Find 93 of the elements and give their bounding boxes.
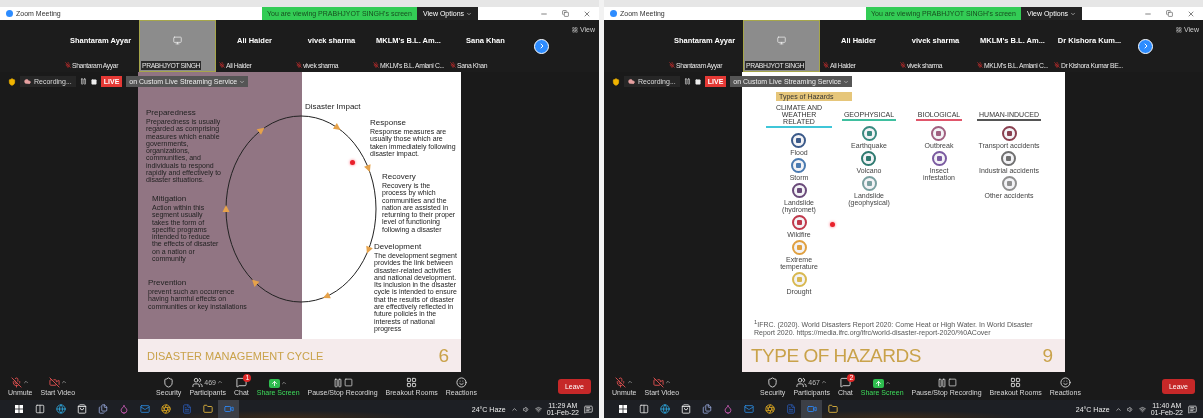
- wifi-icon[interactable]: [1138, 405, 1146, 413]
- microphone-off-icon: [615, 376, 627, 388]
- smiley-icon: [1059, 376, 1071, 388]
- caret-icon[interactable]: [23, 379, 30, 385]
- close-icon[interactable]: [583, 9, 591, 18]
- shield-icon: [163, 376, 175, 388]
- task-view-icon: [638, 404, 649, 414]
- caret-icon: [1070, 10, 1077, 17]
- aperture-icon: [160, 404, 171, 414]
- caret-icon: [466, 10, 473, 17]
- next-page-button[interactable]: [534, 38, 549, 54]
- slide-number: 9: [1042, 344, 1053, 367]
- windows-logo-icon: [618, 405, 627, 413]
- document-icon: [785, 404, 796, 414]
- zoom-logo-icon: [610, 10, 617, 17]
- windows-logo-icon: [14, 405, 23, 413]
- caret-icon: [843, 78, 850, 85]
- shield-icon: [8, 77, 16, 86]
- tray-chevron-icon[interactable]: [1114, 405, 1122, 413]
- pause-icon[interactable]: [79, 78, 87, 85]
- stage-heading: Recovery: [382, 172, 417, 181]
- screen-share-icon: [777, 35, 786, 45]
- cloud-icon: [24, 78, 31, 85]
- shield-icon: [612, 77, 620, 86]
- shield-icon: [767, 376, 779, 388]
- grid-icon: [1175, 26, 1182, 33]
- cloud-icon: [628, 78, 635, 85]
- shopping-bag-icon: [680, 404, 691, 414]
- caret-icon[interactable]: [60, 379, 67, 385]
- chat-bubble-icon: [839, 376, 851, 388]
- slide-title: TYPE OF HAZARDS: [751, 344, 921, 367]
- camera-off-icon: [48, 376, 60, 388]
- droplet-icon: [118, 404, 129, 414]
- caret-icon[interactable]: [217, 379, 223, 385]
- chat-bubble-icon: [235, 376, 247, 388]
- close-icon[interactable]: [1187, 9, 1195, 18]
- laser-pointer-dot: [830, 222, 835, 227]
- camera-off-icon: [652, 376, 664, 388]
- caret-icon: [239, 78, 246, 85]
- globe-icon: [659, 404, 670, 414]
- restore-icon[interactable]: [1166, 9, 1173, 17]
- slide-number: 6: [438, 344, 449, 367]
- globe-icon: [55, 404, 66, 414]
- stage-heading: Prevention: [148, 278, 188, 287]
- caret-icon[interactable]: [885, 380, 892, 386]
- stage-heading: Development: [374, 242, 423, 251]
- grid-icon: [1010, 376, 1022, 388]
- stage-heading: Response: [370, 118, 408, 127]
- files-icon: [97, 404, 108, 414]
- aperture-icon: [764, 404, 775, 414]
- caret-icon[interactable]: [627, 379, 634, 385]
- files-icon: [701, 404, 712, 414]
- microphone-off-icon: [11, 376, 23, 388]
- folder-icon: [202, 404, 213, 414]
- folder-icon: [827, 404, 838, 414]
- laser-pointer-dot: [350, 160, 355, 165]
- people-icon: [796, 376, 808, 388]
- speaker-icon[interactable]: [522, 405, 530, 413]
- video-camera-icon: [223, 404, 234, 414]
- share-screen-icon: [873, 378, 885, 388]
- smiley-icon: [455, 376, 467, 388]
- next-page-button[interactable]: [1138, 38, 1153, 54]
- caret-icon[interactable]: [281, 380, 288, 386]
- grid-icon: [571, 26, 578, 33]
- restore-icon[interactable]: [562, 9, 569, 17]
- mail-icon: [743, 404, 754, 414]
- caret-icon[interactable]: [821, 379, 827, 385]
- speaker-icon[interactable]: [1126, 405, 1134, 413]
- stage-heading: Mitigation: [152, 194, 188, 203]
- stage-heading: Preparedness: [146, 108, 197, 117]
- shopping-bag-icon: [76, 404, 87, 414]
- wifi-icon[interactable]: [534, 405, 542, 413]
- document-icon: [181, 404, 192, 414]
- notification-icon[interactable]: [1188, 404, 1197, 414]
- people-icon: [192, 376, 204, 388]
- slide-title: DISASTER MANAGEMENT CYCLE: [147, 349, 324, 362]
- share-screen-icon: [269, 378, 281, 388]
- caret-icon[interactable]: [664, 379, 671, 385]
- stop-icon[interactable]: [694, 78, 701, 85]
- pause-stop-icon: [936, 377, 957, 388]
- grid-icon: [406, 376, 418, 388]
- video-camera-icon: [806, 404, 817, 414]
- pause-stop-icon: [332, 377, 353, 388]
- diagram-label: Disaster Impact: [305, 102, 361, 111]
- droplet-icon: [722, 404, 733, 414]
- stop-icon[interactable]: [90, 78, 97, 85]
- notification-icon[interactable]: [584, 404, 593, 414]
- zoom-logo-icon: [6, 10, 13, 17]
- mail-icon: [139, 404, 150, 414]
- pause-icon[interactable]: [683, 78, 691, 85]
- tray-chevron-icon[interactable]: [510, 405, 518, 413]
- screen-share-icon: [173, 35, 182, 45]
- task-view-icon: [34, 404, 45, 414]
